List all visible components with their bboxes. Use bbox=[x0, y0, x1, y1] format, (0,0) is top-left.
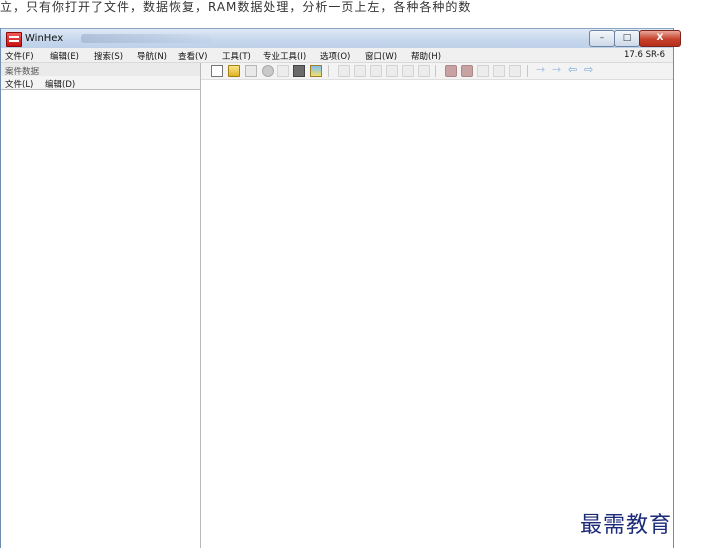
case-menu-file[interactable]: 文件(L) bbox=[5, 78, 33, 90]
replace-text-icon[interactable] bbox=[477, 65, 489, 77]
case-data-header: 案件数据 bbox=[1, 63, 200, 77]
watermark-text: 最需教育 bbox=[580, 513, 673, 538]
copy-icon[interactable] bbox=[370, 65, 382, 77]
close-button[interactable]: X bbox=[639, 30, 681, 47]
image-icon[interactable] bbox=[310, 65, 322, 77]
paste-icon[interactable] bbox=[386, 65, 398, 77]
window-title: WinHex bbox=[25, 33, 64, 44]
undo-icon[interactable] bbox=[338, 65, 350, 77]
menu-search[interactable]: 搜索(S) bbox=[94, 50, 123, 62]
case-data-menu: 文件(L) 编辑(D) bbox=[1, 76, 200, 90]
menu-tools[interactable]: 工具(T) bbox=[222, 50, 251, 62]
back-icon[interactable]: ⇦ bbox=[568, 63, 577, 77]
new-file-icon[interactable] bbox=[211, 65, 223, 77]
case-tree[interactable] bbox=[3, 91, 198, 546]
case-menu-edit[interactable]: 编辑(D) bbox=[45, 78, 75, 90]
menu-window[interactable]: 窗口(W) bbox=[365, 50, 397, 62]
winhex-logo-icon bbox=[6, 32, 22, 47]
menu-view[interactable]: 查看(V) bbox=[178, 50, 207, 62]
paste-special-icon[interactable] bbox=[402, 65, 414, 77]
background-document-text: 立，只有你打开了文件，数据恢复，RAM数据处理，分析一页上左，各种各种的数 bbox=[0, 0, 705, 22]
menu-navigation[interactable]: 导航(N) bbox=[137, 50, 167, 62]
open-file-icon[interactable] bbox=[228, 65, 240, 77]
save-icon[interactable] bbox=[245, 65, 257, 77]
goto-icon[interactable] bbox=[509, 65, 521, 77]
case-data-pane: 案件数据 文件(L) 编辑(D) bbox=[1, 63, 201, 548]
menu-options[interactable]: 选项(O) bbox=[320, 50, 350, 62]
menu-edit[interactable]: 编辑(E) bbox=[50, 50, 79, 62]
cut-icon[interactable] bbox=[354, 65, 366, 77]
disabled-icon[interactable] bbox=[277, 65, 289, 77]
menu-file[interactable]: 文件(F) bbox=[5, 50, 34, 62]
find-text-icon[interactable] bbox=[445, 65, 457, 77]
menu-help[interactable]: 帮助(H) bbox=[411, 50, 441, 62]
toolbar: → → ⇦ ⇨ bbox=[201, 63, 673, 80]
toolbar-separator bbox=[435, 65, 436, 77]
arrow-right-2-icon[interactable]: → bbox=[552, 63, 561, 77]
find-hex-icon[interactable] bbox=[461, 65, 473, 77]
winhex-window: WinHex – □ X 文件(F) 编辑(E) 搜索(S) 导航(N) 查看(… bbox=[0, 28, 681, 548]
open-disk-icon[interactable] bbox=[262, 65, 274, 77]
maximize-button[interactable]: □ bbox=[614, 30, 640, 47]
replace-hex-icon[interactable] bbox=[493, 65, 505, 77]
toolbar-separator bbox=[328, 65, 329, 77]
title-bar[interactable]: WinHex – □ X bbox=[1, 28, 681, 49]
properties-icon[interactable] bbox=[293, 65, 305, 77]
background-text: 立，只有你打开了文件，数据恢复，RAM数据处理，分析一页上左，各种各种的数 bbox=[0, 0, 472, 14]
version-label: 17.6 SR-6 bbox=[623, 50, 665, 60]
minimize-button[interactable]: – bbox=[589, 30, 615, 47]
taskbar-reflection bbox=[81, 34, 211, 43]
menu-special-tools[interactable]: 专业工具(I) bbox=[263, 50, 306, 62]
clipboard-icon[interactable] bbox=[418, 65, 430, 77]
menu-bar: 文件(F) 编辑(E) 搜索(S) 导航(N) 查看(V) 工具(T) 专业工具… bbox=[1, 48, 673, 63]
arrow-right-icon[interactable]: → bbox=[536, 63, 545, 77]
forward-icon[interactable]: ⇨ bbox=[584, 63, 593, 77]
workspace[interactable] bbox=[201, 80, 673, 548]
toolbar-separator bbox=[527, 65, 528, 77]
